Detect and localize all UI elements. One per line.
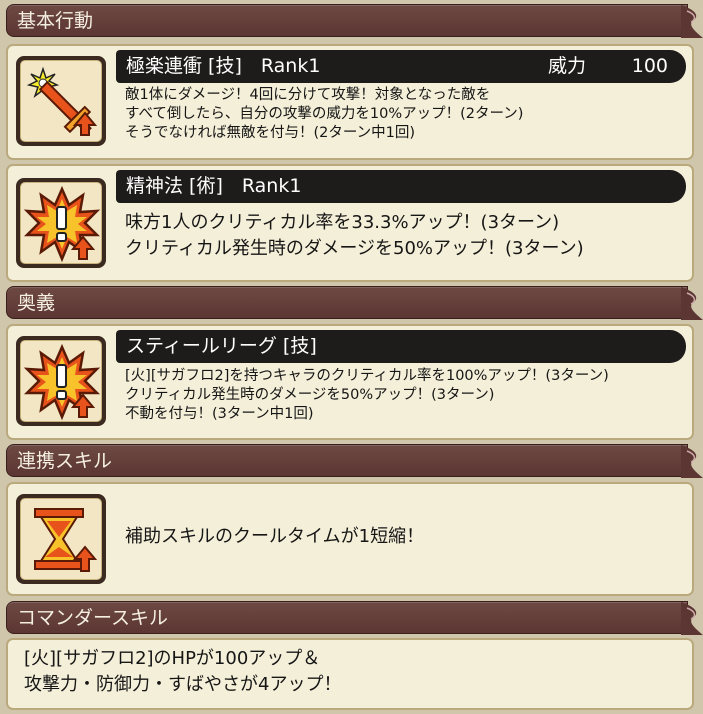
description-line: [火][サガフロ2]のHPが100アップ＆ (24, 648, 321, 669)
skill-name: スティールリーグ [技] (126, 335, 317, 357)
description-line: 敵1体にダメージ！4回に分けて攻撃！対象となった敵を (125, 87, 491, 103)
commander-skill-card[interactable]: [火][サガフロ2]のHPが100アップ＆ 攻撃力・防御力・すばやさが4アップ！ (6, 638, 694, 710)
sword-attack-icon (26, 66, 98, 136)
section-title: コマンダースキル (17, 607, 169, 629)
description-line: クリティカル発生時のダメージを50%アップ！(3ターン) (125, 238, 584, 259)
skill-name: 極楽連衝 [技] Rank1 (126, 55, 321, 77)
description-line: 不動を付与！(3ターン中1回) (125, 406, 314, 422)
section-title: 奥義 (17, 292, 56, 314)
skill-icon-frame (16, 336, 106, 426)
power-label: 威力 (547, 55, 586, 77)
skill-description: [火][サガフロ2]を持つキャラのクリティカル率を100%アップ！(3ターン) … (125, 367, 609, 424)
section-header-ougi: 奥義 (6, 286, 703, 320)
section-header-commander: コマンダースキル (6, 601, 703, 635)
skill-card-steel-league[interactable]: スティールリーグ [技] [火][サガフロ2]を持つキャラのクリティカル率を10… (6, 324, 694, 440)
scroll-curl-icon (681, 5, 703, 38)
scroll-curl-icon (681, 602, 703, 635)
section-title: 連携スキル (17, 450, 113, 472)
description-line: そうでなければ無敵を付与！(2ターン中1回) (125, 125, 416, 141)
section-header-renkei: 連携スキル (6, 444, 703, 478)
renkei-skill-card[interactable]: 補助スキルのクールタイムが1短縮！ (6, 482, 694, 596)
skill-title-bar: 極楽連衝 [技] Rank1 威力 100 (116, 50, 686, 83)
description-line: クリティカル発生時のダメージを50%アップ！(3ターン) (125, 387, 495, 403)
section-header-basic-action: 基本行動 (6, 4, 703, 38)
description-line: すべて倒したら、自分の攻撃の威力を10%アップ！(2ターン) (125, 106, 524, 122)
description-line: 補助スキルのクールタイムが1短縮！ (125, 526, 425, 547)
skill-icon-frame (16, 178, 106, 268)
buff-burst-icon (23, 343, 101, 421)
skill-icon-frame (16, 56, 106, 146)
section-title: 基本行動 (17, 10, 94, 32)
skill-name: 精神法 [術] Rank1 (126, 175, 302, 197)
scroll-curl-icon (681, 287, 703, 320)
skill-description: 味方1人のクリティカル率を33.3%アップ！(3ターン) クリティカル発生時のダ… (125, 210, 584, 262)
description-line: [火][サガフロ2]を持つキャラのクリティカル率を100%アップ！(3ターン) (125, 368, 609, 384)
skill-description: 補助スキルのクールタイムが1短縮！ (125, 524, 424, 550)
skill-card-gokuraku[interactable]: 極楽連衝 [技] Rank1 威力 100 敵1体にダメージ！4回に分けて攻撃！… (6, 44, 694, 160)
skill-icon-frame (16, 494, 106, 584)
skill-description: 敵1体にダメージ！4回に分けて攻撃！対象となった敵を すべて倒したら、自分の攻撃… (125, 86, 523, 143)
hourglass-up-icon (34, 508, 98, 572)
description-line: 攻撃力・防御力・すばやさが4アップ！ (24, 674, 342, 695)
skill-card-seishinhou[interactable]: 精神法 [術] Rank1 味方1人のクリティカル率を33.3%アップ！(3ター… (6, 164, 694, 282)
buff-burst-icon (23, 185, 101, 263)
skill-title-bar: スティールリーグ [技] (116, 330, 686, 363)
skill-title-bar: 精神法 [術] Rank1 (116, 170, 686, 203)
scroll-curl-icon (681, 445, 703, 478)
description-line: 味方1人のクリティカル率を33.3%アップ！(3ターン) (125, 212, 560, 233)
power-value: 100 (631, 55, 668, 77)
commander-description: [火][サガフロ2]のHPが100アップ＆ 攻撃力・防御力・すばやさが4アップ！ (24, 646, 341, 698)
